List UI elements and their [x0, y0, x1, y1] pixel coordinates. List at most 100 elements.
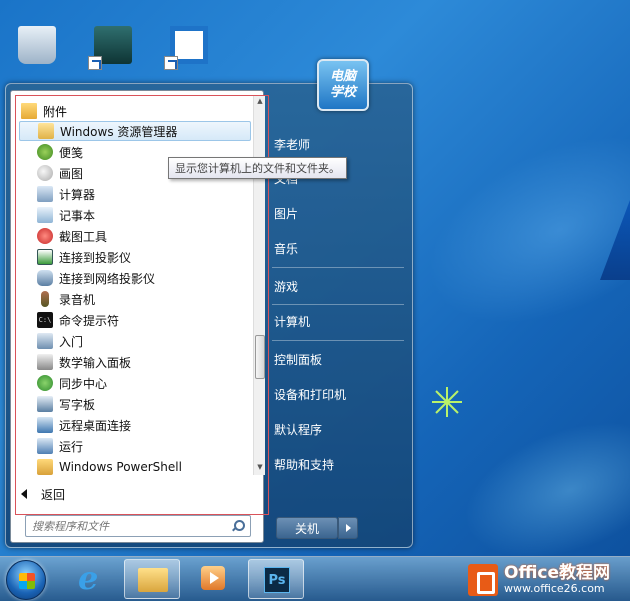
start-button[interactable] — [6, 560, 46, 600]
right-item-label: 默认程序 — [274, 423, 323, 437]
program-label: 记事本 — [59, 208, 96, 223]
taskbar-internet-explorer[interactable] — [62, 559, 118, 599]
program-windows-explorer[interactable]: Windows 资源管理器 — [19, 121, 251, 141]
tooltip: 显示您计算机上的文件和文件夹。 — [168, 157, 347, 179]
program-label: 连接到网络投影仪 — [59, 271, 156, 286]
right-item-games[interactable]: 游戏 — [274, 276, 298, 298]
programs-scrollbar[interactable]: ▲ ▼ — [253, 95, 265, 475]
program-label: Windows 资源管理器 — [60, 124, 178, 139]
right-item-help-support[interactable]: 帮助和支持 — [274, 454, 334, 476]
program-label: 连接到投影仪 — [59, 250, 132, 265]
program-network-projector[interactable]: 连接到网络投影仪 — [37, 268, 253, 288]
program-wordpad[interactable]: 写字板 — [37, 394, 253, 414]
program-label: 截图工具 — [59, 229, 108, 244]
program-label: 运行 — [59, 439, 84, 454]
shortcut-app-icon[interactable] — [164, 24, 214, 76]
sync-center-icon — [37, 375, 53, 391]
scrollbar-thumb[interactable] — [255, 335, 265, 379]
program-remote-desktop[interactable]: 远程桌面连接 — [37, 415, 253, 435]
program-label: Windows PowerShell — [59, 460, 182, 474]
program-sound-recorder[interactable]: 录音机 — [37, 289, 253, 309]
getting-started-icon — [37, 333, 53, 349]
taskbar-media-player[interactable] — [186, 559, 242, 599]
program-label: 数学输入面板 — [59, 355, 132, 370]
media-player-icon — [201, 566, 225, 590]
program-label: 命令提示符 — [59, 313, 120, 328]
program-command-prompt[interactable]: C:\ 命令提示符 — [37, 310, 253, 330]
photoshop-label: Ps — [268, 572, 286, 588]
taskbar-windows-explorer[interactable] — [124, 559, 180, 599]
folder-icon — [138, 568, 168, 592]
search-icon[interactable] — [230, 519, 245, 533]
command-prompt-icon: C:\ — [37, 312, 53, 328]
program-notepad[interactable]: 记事本 — [37, 205, 253, 225]
microphone-icon — [41, 291, 49, 307]
program-math-input[interactable]: 数学输入面板 — [37, 352, 253, 372]
program-connect-projector[interactable]: 连接到投影仪 — [37, 247, 253, 267]
shutdown-options-arrow-icon[interactable] — [338, 517, 358, 539]
right-item-default-programs[interactable]: 默认程序 — [274, 419, 322, 441]
right-item-label: 控制面板 — [274, 353, 323, 367]
program-powershell[interactable]: Windows PowerShell — [37, 457, 253, 475]
internet-explorer-icon — [78, 559, 104, 597]
run-icon — [37, 438, 53, 454]
folder-accessories[interactable]: 附件 — [21, 101, 67, 121]
right-separator — [272, 340, 404, 341]
desktop-light-streak — [399, 98, 630, 362]
right-item-label: 音乐 — [274, 242, 299, 256]
calculator-icon — [37, 186, 53, 202]
snipping-tool-icon — [37, 228, 53, 244]
program-label: 同步中心 — [59, 376, 108, 391]
right-item-user[interactable]: 李老师 — [274, 134, 310, 156]
shortcut-arrow-icon — [164, 56, 178, 70]
recycle-bin-icon[interactable] — [12, 24, 62, 76]
start-menu: 电脑 学校 附件 Windows 资源管理器 便笺 画图 计算器 记事本 截图工… — [5, 59, 413, 548]
folder-icon — [21, 103, 37, 119]
shutdown-button[interactable]: 关机 — [276, 517, 338, 539]
remote-desktop-icon — [37, 417, 53, 433]
program-label: 入门 — [59, 334, 84, 349]
back-button[interactable]: 返回 — [21, 483, 65, 505]
shortcut-arrow-icon — [88, 56, 102, 70]
tooltip-text: 显示您计算机上的文件和文件夹。 — [175, 162, 340, 175]
right-item-control-panel[interactable]: 控制面板 — [274, 349, 322, 371]
scroll-up-arrow-icon[interactable]: ▲ — [256, 97, 264, 105]
program-run[interactable]: 运行 — [37, 436, 253, 456]
program-getting-started[interactable]: 入门 — [37, 331, 253, 351]
wordpad-icon — [37, 396, 53, 412]
math-input-icon — [37, 354, 53, 370]
right-item-label: 帮助和支持 — [274, 458, 335, 472]
scroll-down-arrow-icon[interactable]: ▼ — [256, 463, 264, 471]
3ds-max-icon[interactable] — [88, 24, 138, 76]
right-item-music[interactable]: 音乐 — [274, 238, 298, 260]
sticky-notes-icon — [37, 144, 53, 160]
user-picture[interactable]: 电脑 学校 — [317, 59, 369, 111]
right-item-label: 设备和打印机 — [274, 388, 347, 402]
office-logo-icon — [468, 563, 498, 596]
program-label: 计算器 — [59, 187, 96, 202]
taskbar-photoshop[interactable]: Ps — [248, 559, 304, 599]
right-item-label: 游戏 — [274, 280, 299, 294]
projector-icon — [37, 249, 53, 265]
program-label: 写字板 — [59, 397, 96, 412]
right-item-devices-printers[interactable]: 设备和打印机 — [274, 384, 346, 406]
photoshop-icon: Ps — [264, 567, 290, 593]
right-separator — [272, 304, 404, 305]
right-item-computer[interactable]: 计算机 — [274, 311, 310, 333]
search-box[interactable] — [25, 515, 251, 537]
program-calculator[interactable]: 计算器 — [37, 184, 253, 204]
right-item-pictures[interactable]: 图片 — [274, 203, 298, 225]
user-picture-text: 电脑 学校 — [329, 69, 356, 100]
right-item-label: 图片 — [274, 207, 299, 221]
back-label: 返回 — [41, 487, 66, 502]
program-label: 远程桌面连接 — [59, 418, 132, 433]
program-sync-center[interactable]: 同步中心 — [37, 373, 253, 393]
shutdown-label: 关机 — [294, 521, 319, 536]
right-item-label: 李老师 — [274, 138, 311, 152]
notepad-icon — [37, 207, 53, 223]
right-item-label: 计算机 — [274, 315, 311, 329]
right-separator — [272, 267, 404, 268]
folder-label: 附件 — [43, 104, 68, 119]
search-input[interactable] — [32, 519, 230, 533]
program-snipping-tool[interactable]: 截图工具 — [37, 226, 253, 246]
